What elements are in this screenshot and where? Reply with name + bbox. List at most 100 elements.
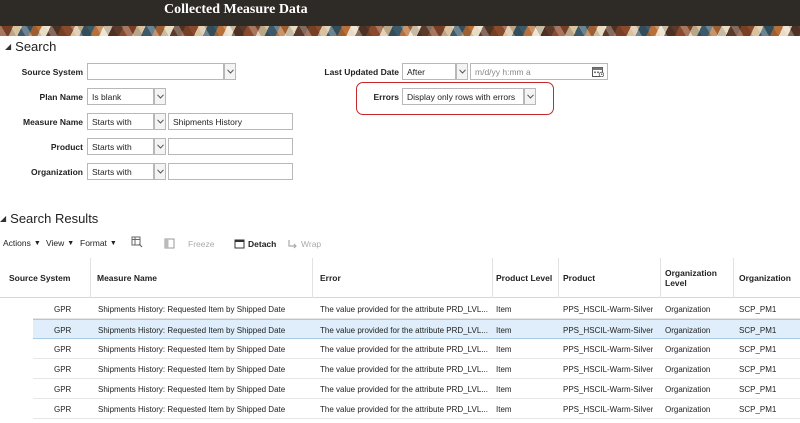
cell-product-level: Item (496, 305, 512, 314)
col-measure-name[interactable]: Measure Name (97, 273, 157, 283)
organization-operator[interactable]: Starts with (87, 163, 154, 180)
cell-product-level: Item (496, 365, 512, 374)
cell-measure: Shipments History: Requested Item by Shi… (98, 385, 286, 394)
cell-measure: Shipments History: Requested Item by Shi… (98, 326, 286, 335)
organization-label: Organization (31, 167, 83, 177)
table-row[interactable]: GPR Shipments History: Requested Item by… (33, 339, 800, 359)
triangle-down-icon: ▼ (67, 239, 75, 247)
cell-source: GPR (54, 405, 72, 414)
table-row-selected[interactable]: GPR Shipments History: Requested Item by… (33, 319, 800, 339)
source-system-input[interactable] (87, 63, 224, 80)
cell-org-level: Organization (665, 405, 711, 414)
freeze-icon (164, 238, 175, 249)
chevron-down-icon (156, 144, 164, 149)
column-divider (733, 258, 734, 298)
cell-product: PPS_HSCIL-Warm-Silver (563, 385, 654, 394)
cell-source: GPR (54, 326, 72, 335)
table-row[interactable]: GPR Shipments History: Requested Item by… (33, 359, 800, 379)
wrap-label: Wrap (301, 238, 322, 249)
column-divider (492, 258, 493, 298)
product-operator-dropdown[interactable] (154, 138, 166, 155)
col-organization-level-line1: Organization (665, 268, 717, 278)
triangle-down-icon[interactable]: ◢ (5, 42, 11, 51)
last-updated-date-input[interactable]: m/d/yy h:mm a (470, 63, 608, 80)
format-menu[interactable]: Format ▼ (80, 238, 117, 248)
cell-org-level: Organization (665, 385, 711, 394)
col-organization[interactable]: Organization (739, 273, 791, 283)
organization-input[interactable] (168, 163, 293, 180)
cell-error: The value provided for the attribute PRD… (320, 385, 488, 394)
view-menu[interactable]: View ▼ (46, 238, 74, 248)
plan-name-operator-dropdown[interactable] (154, 88, 166, 105)
plan-name-label: Plan Name (39, 92, 83, 102)
cell-org: SCP_PM1 (739, 345, 777, 354)
results-heading: Search Results (10, 211, 99, 226)
search-heading: Search (15, 39, 57, 54)
wrap-button[interactable]: Wrap (287, 238, 321, 249)
detach-button[interactable]: Detach (234, 238, 276, 249)
product-operator[interactable]: Starts with (87, 138, 154, 155)
cell-error: The value provided for the attribute PRD… (320, 305, 488, 314)
column-divider (660, 258, 661, 298)
banner-pattern (0, 26, 800, 36)
triangle-down-icon: ▼ (33, 239, 41, 247)
cell-org-level: Organization (665, 365, 711, 374)
column-divider (558, 258, 559, 298)
cell-error: The value provided for the attribute PRD… (320, 326, 488, 335)
actions-menu[interactable]: Actions ▼ (3, 238, 41, 248)
measure-name-input[interactable]: Shipments History (168, 113, 293, 130)
col-product[interactable]: Product (563, 273, 595, 283)
cell-source: GPR (54, 305, 72, 314)
source-system-dropdown[interactable] (224, 63, 236, 80)
col-organization-level-line2: Level (665, 278, 687, 288)
col-organization-level[interactable]: Organization Level (665, 268, 717, 288)
measure-name-operator[interactable]: Starts with (87, 113, 154, 130)
col-source-system[interactable]: Source System (9, 273, 70, 283)
cell-measure: Shipments History: Requested Item by Shi… (98, 305, 286, 314)
columns-icon[interactable] (131, 236, 143, 248)
product-input[interactable] (168, 138, 293, 155)
cell-product: PPS_HSCIL-Warm-Silver (563, 305, 654, 314)
table-row[interactable]: GPR Shipments History: Requested Item by… (33, 399, 800, 419)
detach-icon (234, 239, 245, 249)
actions-label: Actions (3, 238, 31, 248)
chevron-down-icon (156, 94, 164, 99)
last-updated-operator[interactable]: After (402, 63, 456, 80)
triangle-down-icon[interactable]: ◢ (0, 214, 6, 223)
detach-label: Detach (248, 238, 277, 249)
table-row[interactable]: GPR Shipments History: Requested Item by… (33, 299, 800, 319)
chevron-down-icon (226, 69, 234, 74)
freeze-button[interactable]: Freeze (164, 238, 214, 249)
cell-measure: Shipments History: Requested Item by Shi… (98, 345, 286, 354)
cell-product: PPS_HSCIL-Warm-Silver (563, 365, 654, 374)
table-row[interactable]: GPR Shipments History: Requested Item by… (33, 379, 800, 399)
organization-operator-dropdown[interactable] (154, 163, 166, 180)
cell-product: PPS_HSCIL-Warm-Silver (563, 405, 654, 414)
column-divider (90, 258, 91, 298)
triangle-down-icon: ▼ (109, 239, 117, 247)
search-section-header[interactable]: ◢ Search (5, 39, 56, 54)
view-label: View (46, 238, 65, 248)
cell-error: The value provided for the attribute PRD… (320, 405, 488, 414)
cell-measure: Shipments History: Requested Item by Shi… (98, 365, 286, 374)
cell-org-level: Organization (665, 345, 711, 354)
col-product-level[interactable]: Product Level (496, 273, 552, 283)
measure-name-operator-dropdown[interactable] (154, 113, 166, 130)
last-updated-operator-dropdown[interactable] (456, 63, 468, 80)
cell-org: SCP_PM1 (739, 365, 777, 374)
col-error[interactable]: Error (320, 273, 341, 283)
product-label: Product (50, 142, 83, 152)
source-system-label: Source System (21, 67, 83, 77)
cell-source: GPR (54, 345, 72, 354)
cell-org-level: Organization (665, 305, 711, 314)
page-title: Collected Measure Data (164, 2, 308, 17)
plan-name-operator[interactable]: Is blank (87, 88, 154, 105)
cell-org: SCP_PM1 (739, 405, 777, 414)
last-updated-label: Last Updated Date (324, 67, 399, 77)
format-label: Format (80, 238, 107, 248)
cell-product: PPS_HSCIL-Warm-Silver (563, 326, 654, 335)
cell-error: The value provided for the attribute PRD… (320, 365, 488, 374)
results-section-header[interactable]: ◢ Search Results (0, 211, 98, 226)
cell-error: The value provided for the attribute PRD… (320, 345, 488, 354)
calendar-icon[interactable] (592, 66, 604, 77)
